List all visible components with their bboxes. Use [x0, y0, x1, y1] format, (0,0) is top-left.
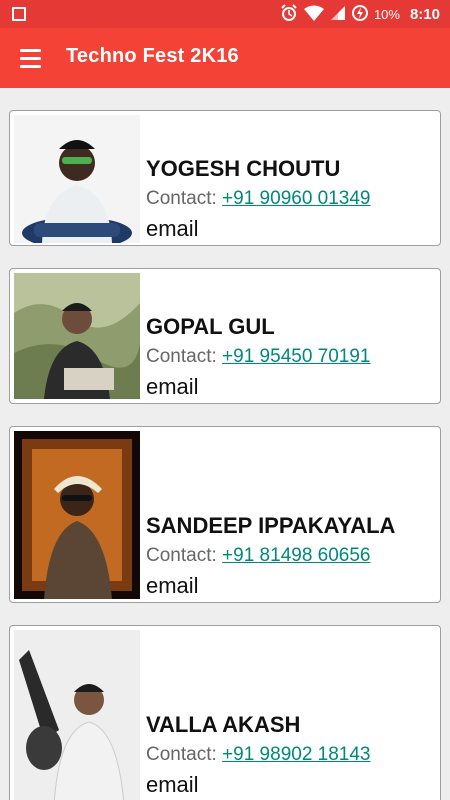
wifi-icon [303, 5, 324, 24]
email-link[interactable]: email [146, 772, 199, 798]
contact-line: Contact: +91 90960 01349 [146, 188, 371, 210]
person-photo [14, 115, 140, 243]
signal-icon [330, 5, 346, 24]
contact-name: VALLA AKASH [146, 712, 301, 737]
contact-card[interactable]: VALLA AKASH Contact: +91 98902 18143 ema… [9, 625, 441, 800]
contact-name: YOGESH CHOUTU [146, 156, 341, 181]
contact-label: Contact: [146, 545, 223, 566]
email-link[interactable]: email [146, 374, 199, 400]
battery-charging-icon [351, 4, 368, 25]
contact-label: Contact: [146, 744, 223, 765]
contact-card[interactable]: YOGESH CHOUTU Contact: +91 90960 01349 e… [9, 110, 441, 246]
alarm-icon [280, 3, 298, 25]
contact-label: Contact: [146, 188, 223, 209]
battery-percent: 10% [373, 6, 400, 22]
contact-name: GOPAL GUL [146, 314, 275, 339]
contact-name: SANDEEP IPPAKAYALA [146, 513, 396, 538]
contact-card[interactable]: SANDEEP IPPAKAYALA Contact: +91 81498 60… [9, 426, 441, 603]
phone-link[interactable]: +91 98902 18143 [222, 744, 370, 765]
contact-line: Contact: +91 95450 70191 [146, 346, 371, 368]
person-photo [14, 630, 140, 800]
contact-list[interactable]: YOGESH CHOUTU Contact: +91 90960 01349 e… [0, 88, 450, 800]
email-link[interactable]: email [146, 216, 199, 242]
status-bar: 10% 8:10 [0, 0, 450, 28]
phone-link[interactable]: +91 81498 60656 [222, 545, 370, 566]
contact-label: Contact: [146, 346, 223, 367]
person-photo [14, 431, 140, 599]
contact-line: Contact: +91 98902 18143 [146, 744, 371, 766]
email-link[interactable]: email [146, 573, 199, 599]
clock-time: 8:10 [409, 5, 440, 23]
phone-link[interactable]: +91 95450 70191 [222, 346, 370, 367]
menu-icon[interactable] [12, 42, 48, 74]
phone-link[interactable]: +91 90960 01349 [222, 188, 370, 209]
person-photo [14, 273, 140, 399]
app-title: Techno Fest 2K16 [66, 45, 239, 67]
contact-line: Contact: +91 81498 60656 [146, 545, 371, 567]
contact-card[interactable]: GOPAL GUL Contact: +91 95450 70191 email [9, 268, 441, 404]
app-bar: Techno Fest 2K16 [0, 28, 450, 88]
notification-square-icon [12, 7, 26, 21]
